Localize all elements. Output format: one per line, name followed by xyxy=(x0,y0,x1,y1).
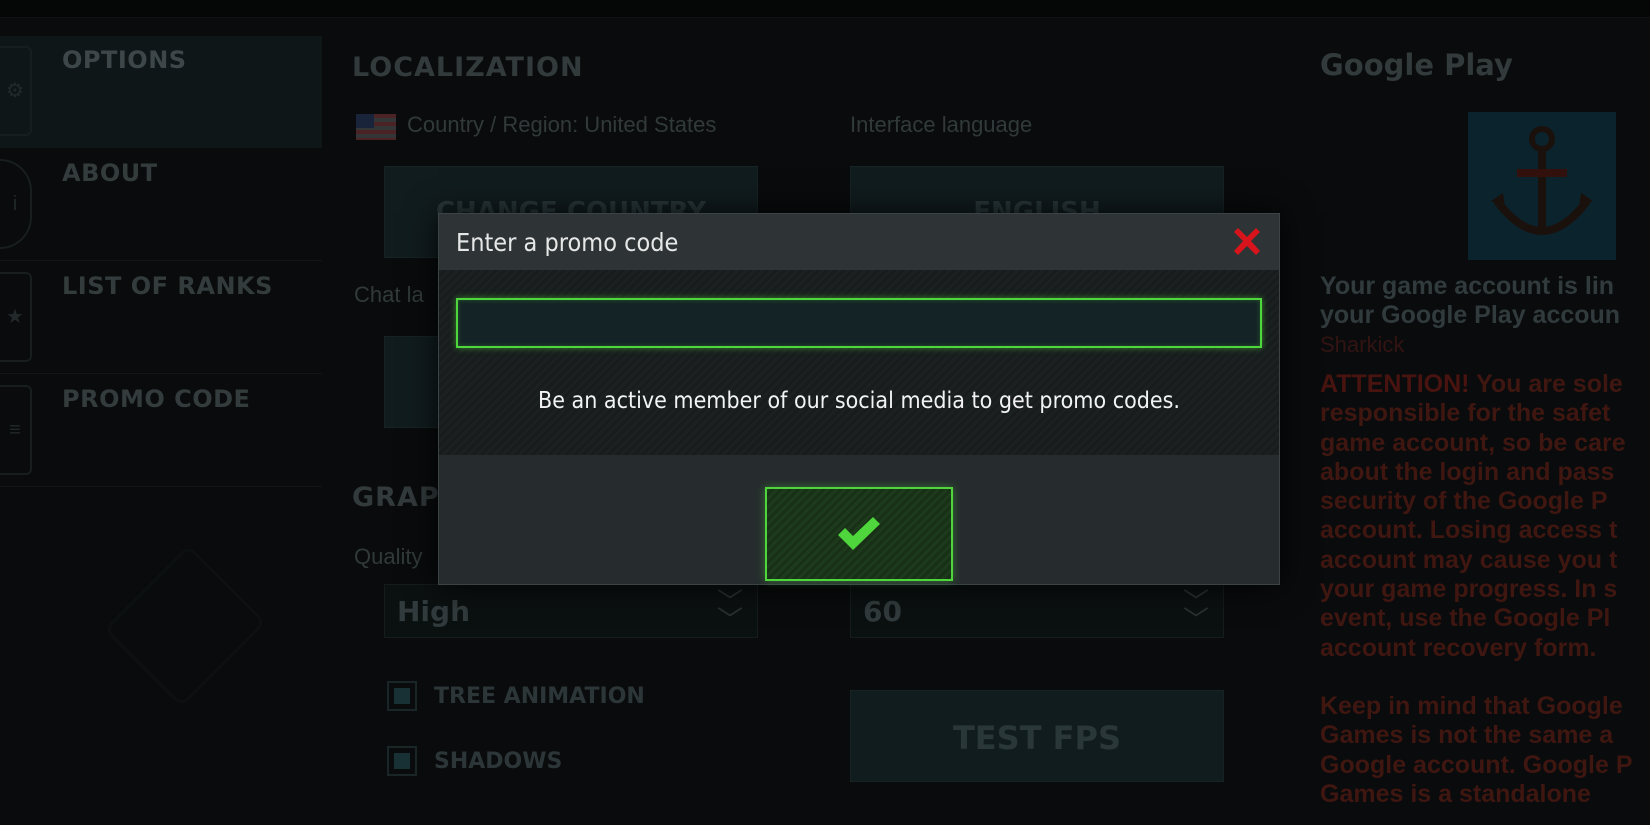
confirm-button[interactable] xyxy=(765,487,953,581)
dialog-footer xyxy=(439,455,1279,584)
dialog-title: Enter a promo code xyxy=(456,228,679,257)
promo-hint-text: Be an active member of our social media … xyxy=(538,388,1180,414)
promo-code-dialog: Enter a promo code Be an active member o… xyxy=(438,213,1280,585)
checkmark-icon xyxy=(838,517,880,550)
close-icon xyxy=(1234,228,1260,255)
promo-code-input[interactable] xyxy=(456,298,1262,348)
dialog-body: Be an active member of our social media … xyxy=(439,270,1279,455)
dialog-header: Enter a promo code xyxy=(439,214,1279,270)
close-button[interactable] xyxy=(1229,224,1265,260)
